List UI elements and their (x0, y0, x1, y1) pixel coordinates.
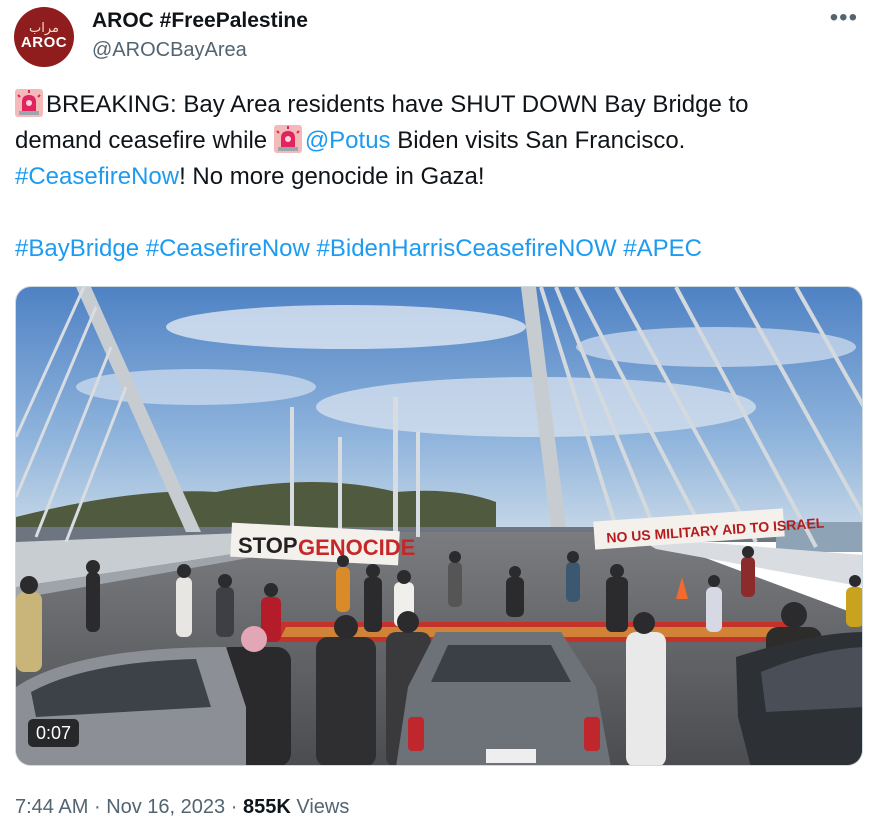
more-horizontal-icon[interactable]: ••• (830, 6, 858, 30)
hashtag-link[interactable]: #BidenHarrisCeasefireNOW (317, 235, 617, 262)
meta-separator: · (93, 796, 101, 818)
hashtag-link[interactable]: #APEC (623, 235, 702, 262)
banner-genocide: GENOCIDE (298, 535, 415, 560)
tweet-line-1-text: BREAKING: Bay Area residents have SHUT D… (46, 91, 749, 118)
meta-separator: · (230, 796, 238, 818)
tweet-line-2-text-a: demand ceasefire while (15, 127, 274, 154)
tweet-text: BREAKING: Bay Area residents have SHUT D… (15, 87, 860, 267)
tweet-card: مراب AROC AROC #FreePalestine @AROCBayAr… (0, 0, 872, 826)
avatar-arabic-text: مراب (29, 20, 59, 36)
hashtag-row: #BayBridge #CeasefireNow #BidenHarrisCea… (15, 231, 860, 267)
author-name[interactable]: AROC #FreePalestine (92, 8, 308, 34)
tweet-time[interactable]: 7:44 AM (15, 796, 88, 818)
tweet-date[interactable]: Nov 16, 2023 (106, 796, 225, 818)
tweet-line-3-text: ! No more genocide in Gaza! (179, 163, 485, 190)
views-label: Views (296, 796, 350, 818)
hashtag-link[interactable]: #CeasefireNow (146, 235, 310, 262)
tweet-line-2: demand ceasefire while @Potus Biden visi… (15, 123, 860, 159)
banner-stop: STOP (238, 533, 298, 558)
views-count[interactable]: 855K (243, 796, 291, 818)
tweet-line-3: #CeasefireNow! No more genocide in Gaza! (15, 159, 860, 195)
mention-link-potus[interactable]: @Potus (305, 127, 391, 154)
hashtag-link[interactable]: #BayBridge (15, 235, 139, 262)
video-frame: STOP GENOCIDE NO US MILITARY AID TO ISRA… (16, 287, 862, 765)
author-handle[interactable]: @AROCBayArea (92, 38, 247, 62)
tweet-line-1: BREAKING: Bay Area residents have SHUT D… (15, 87, 860, 123)
police-light-icon (15, 89, 43, 117)
police-light-icon (273, 125, 302, 153)
video-duration-badge: 0:07 (28, 719, 80, 747)
hashtag-link-ceasefirenow[interactable]: #CeasefireNow (15, 163, 179, 190)
tweet-line-2-text-b: Biden visits San Francisco. (390, 127, 686, 154)
video-player[interactable]: STOP GENOCIDE NO US MILITARY AID TO ISRA… (15, 286, 863, 766)
avatar-abbr: AROC (20, 33, 68, 51)
tweet-metadata: 7:44 AM · Nov 16, 2023 · 855K Views (15, 795, 349, 819)
avatar[interactable]: مراب AROC (14, 7, 74, 67)
